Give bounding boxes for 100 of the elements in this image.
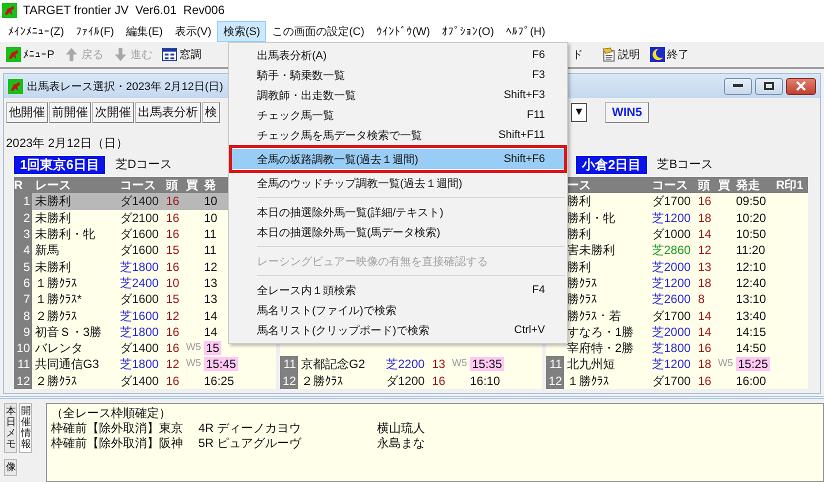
toolbar-button[interactable]: 検 [202,102,220,122]
menu-item[interactable]: 全馬の坂路調教一覧(過去１週間) Shift+F6 [232,149,564,169]
runner-count: 12 [698,243,712,258]
runner-count: 8 [698,292,705,306]
column-header: R [14,178,23,192]
menu-item[interactable]: ｳｲﾝﾄﾞｳ(W) [370,22,436,40]
race-name: 新馬 [35,243,59,258]
toolbar-button[interactable]: ド [570,45,585,64]
dropdown-button[interactable]: ▼ [571,102,587,122]
menu-item[interactable]: ﾌｧｲﾙ(F) [70,22,120,40]
course-cell: ダ1400 [120,374,159,388]
post-time: 13 [204,276,218,290]
toolbar-button[interactable]: 他開催 [6,102,48,122]
table-row[interactable]: 12 １勝ｸﾗｽ ダ1700 16 16:00 [546,372,808,389]
table-row[interactable]: 宰府特・2勝 芝1800 16 14:50 [546,340,808,356]
race-number: 8 [14,308,32,324]
bet-tag: W5 [186,342,201,354]
runner-count: 15 [166,292,180,306]
menu-item[interactable]: 出馬表分析(A) F6 [229,45,567,65]
column-header: 頭 [166,178,178,192]
menu-item[interactable]: 本日の抽選除外馬一覧(馬データ検索) [229,222,567,242]
race-number: 9 [14,324,32,340]
horse-icon [8,78,23,94]
post-time: 10 [204,210,218,225]
toolbar-button[interactable]: 次開催 [92,102,134,122]
menu-item[interactable]: ﾍﾙﾌﾟ(H) [500,22,552,40]
course-cell: ダ1000 [652,227,691,242]
runner-count: 14 [698,227,712,242]
race-number: 6 [14,274,32,292]
menu-item[interactable]: 馬名リスト(クリップボード)で検索 Ctrl+V [229,320,567,340]
menu-item[interactable]: 表示(V) [168,20,218,42]
menu-item[interactable]: この画面の設定(C) [266,20,370,42]
course-cell: 芝1600 [120,308,159,323]
race-number: 5 [14,258,32,275]
table-row[interactable]: 10 バレンタ ダ1400 16 W5 15 [14,340,276,356]
minimize-icon [733,84,743,88]
course-cell: 芝2200 [386,357,425,372]
close-button[interactable] [786,78,816,94]
menu-item[interactable]: 騎手・騎乗数一覧 F3 [229,65,567,85]
toolbar-button[interactable]: 終了 [648,45,691,64]
menu-item[interactable]: チェック馬一覧 F11 [229,105,567,125]
column-header: コース [120,178,156,192]
menu-item[interactable]: 調教師・出走数一覧 Shift+F3 [229,85,567,105]
race-number: 7 [14,291,32,308]
course-cell: 芝2600 [652,292,691,306]
side-tab[interactable]: 本日メモ [4,403,17,453]
win5-button[interactable]: WIN5 [605,102,649,122]
race-name: 未勝利 [35,260,71,274]
race-name: １勝ｸﾗｽ* [35,292,82,306]
race-number: 2 [14,210,32,226]
maximize-icon [764,82,774,90]
post-time: 09:50 [736,194,766,208]
memo-text: （全レース枠順確定） [51,406,172,421]
post-time: 14:50 [736,341,766,356]
table-row[interactable]: 11 京都記念G2 芝2200 13 W5 15:35 [280,356,542,373]
table-row[interactable]: 12 ２勝ｸﾗｽ ダ1200 16 16:10 [280,372,542,389]
window-title: TARGET frontier JV Ver6.01 Rev006 [23,3,225,17]
menu-item[interactable]: チェック馬を馬データ検索で一覧 Shift+F11 [229,125,567,145]
course-cell: 芝2400 [120,276,159,290]
runner-count: 12 [166,308,180,323]
post-time: 12 [204,260,218,274]
course-cell: 芝1200 [652,210,691,225]
menu-item[interactable]: 全馬のウッドチップ調教一覧(過去１週間) [229,173,567,193]
runner-count: 16 [166,194,180,208]
runner-count: 18 [698,357,712,372]
menu-item[interactable]: 検索(S) [217,20,266,42]
grid-icon [162,47,178,62]
toolbar-button[interactable]: 窓調 [160,45,204,64]
post-time: 12:40 [736,276,766,290]
table-row[interactable]: 12 ２勝ｸﾗｽ ダ1400 16 16:25 [14,372,276,389]
race-name: 宰府特・2勝 [567,341,634,356]
menu-item[interactable]: 編集(E) [120,20,169,42]
side-tab[interactable]: 像 [4,459,17,476]
table-row[interactable]: 11 北九州短 芝1200 18 W5 15:25 [546,356,808,373]
menu-item[interactable]: ﾒｲﾝﾒﾆｭｰ(Z) [2,22,70,40]
race-number: 10 [14,340,32,356]
toolbar-button[interactable]: 説明 [599,45,642,64]
race-number: 1 [14,193,32,210]
column-header: コース [652,178,688,192]
course-cell: ダ1700 [652,308,691,323]
toolbar-button[interactable]: 出馬表分析 [135,102,201,122]
toolbar-button[interactable]: ﾒﾆｭｰP [4,45,56,64]
menu-item[interactable]: ｵﾌﾟｼｮﾝ(O) [436,22,500,40]
race-number: 3 [14,226,32,242]
close-icon [796,81,806,91]
menu-item[interactable]: 馬名リスト(ファイル)で検索 [229,300,567,320]
table-row[interactable]: 11 共同通信G3 芝1800 12 W5 15:45 [14,356,276,373]
race-name: １勝ｸﾗｽ [567,374,609,388]
toolbar-button[interactable]: 前開催 [49,102,91,122]
window-title: 出馬表レース選択・2023年 2月12日(日) [27,80,224,94]
minimize-button[interactable] [724,78,752,94]
course-cell: ダ1600 [120,227,159,242]
maximize-button[interactable] [755,78,783,94]
race-name: 共同通信G3 [35,357,100,372]
column-header: ース [567,178,591,192]
menu-item[interactable]: 全レース内１頭検索 F4 [229,280,567,300]
runner-count: 16 [166,374,180,388]
course-cell: 芝1200 [652,357,691,372]
side-tab[interactable]: 開催情報 [19,403,32,453]
runner-count: 16 [698,374,712,388]
